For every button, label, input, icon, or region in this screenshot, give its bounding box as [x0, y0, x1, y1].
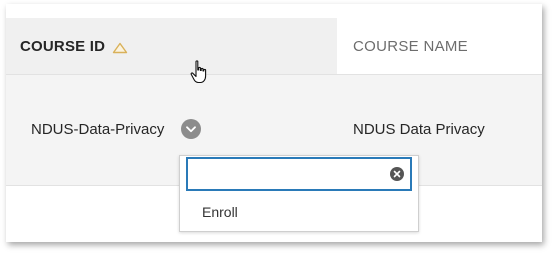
- table-header-row: COURSE ID COURSE NAME: [6, 18, 542, 75]
- hand-pointer-cursor-icon: [190, 60, 207, 84]
- course-table-panel: COURSE ID COURSE NAME NDUS-Data-Privacy …: [6, 4, 542, 242]
- chevron-down-icon[interactable]: [181, 119, 201, 139]
- clear-icon[interactable]: [390, 167, 404, 181]
- column-header-course-id[interactable]: COURSE ID: [6, 18, 337, 74]
- sort-ascending-icon[interactable]: [112, 41, 128, 54]
- menu-item-enroll[interactable]: Enroll: [202, 204, 238, 220]
- course-id-cell: NDUS-Data-Privacy: [31, 121, 165, 138]
- column-header-course-name[interactable]: COURSE NAME: [353, 18, 468, 74]
- column-header-course-id-label: COURSE ID: [20, 37, 106, 55]
- menu-search-input[interactable]: [186, 157, 412, 191]
- row-context-menu: Enroll: [179, 155, 419, 232]
- course-name-cell: NDUS Data Privacy: [353, 121, 485, 138]
